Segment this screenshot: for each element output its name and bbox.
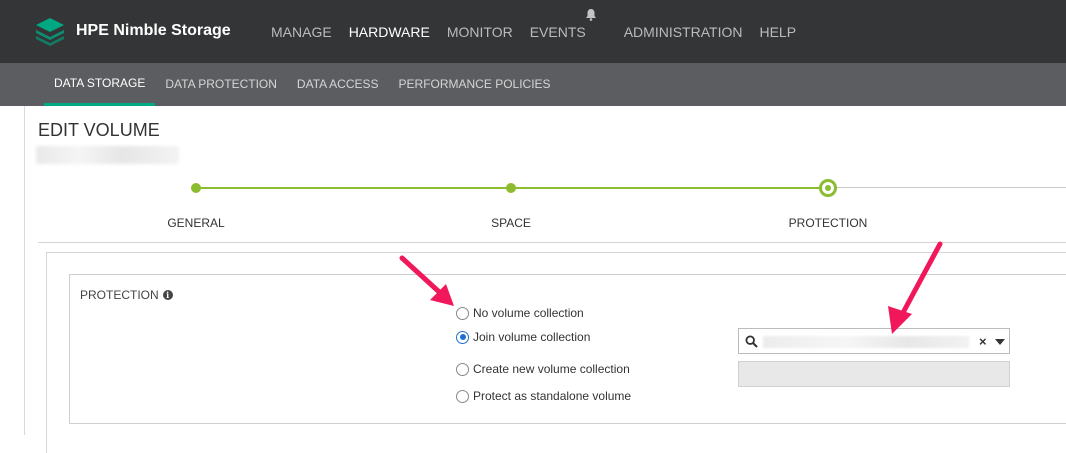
radio-no-volume-collection[interactable]: No volume collection xyxy=(456,306,584,320)
clear-icon[interactable]: × xyxy=(979,334,987,349)
chevron-down-icon[interactable] xyxy=(995,339,1005,345)
info-icon[interactable]: i xyxy=(162,290,173,300)
sub-header: DATA STORAGE DATA PROTECTION DATA ACCESS… xyxy=(0,63,1066,106)
radio-button[interactable] xyxy=(456,389,469,403)
radio-join-volume-collection[interactable]: Join volume collection xyxy=(456,330,590,344)
top-nav: MANAGE HARDWARE MONITOR EVENTS ADMINISTR… xyxy=(271,0,813,63)
brand-name: HPE Nimble Storage xyxy=(76,22,231,39)
nav-hardware[interactable]: HARDWARE xyxy=(349,24,430,40)
top-header: HPE Nimble Storage MANAGE HARDWARE MONIT… xyxy=(0,0,1066,63)
radio-button-selected[interactable] xyxy=(456,330,469,344)
nav-manage[interactable]: MANAGE xyxy=(271,24,332,40)
sub-nav: DATA STORAGE DATA PROTECTION DATA ACCESS… xyxy=(44,63,561,106)
content-divider xyxy=(24,106,25,435)
tab-data-storage[interactable]: DATA STORAGE xyxy=(44,63,156,106)
hpe-logo-icon xyxy=(36,18,64,46)
radio-label[interactable]: Protect as standalone volume xyxy=(473,389,631,403)
protection-label-text: PROTECTION xyxy=(80,288,159,302)
step-protection-dot[interactable] xyxy=(819,179,837,197)
wizard-steps: GENERAL SPACE PROTECTION xyxy=(0,178,1066,238)
nav-administration[interactable]: ADMINISTRATION xyxy=(624,24,743,40)
step-protection-label[interactable]: PROTECTION xyxy=(789,216,868,230)
radio-button[interactable] xyxy=(456,362,469,376)
volume-name-redacted xyxy=(36,146,179,164)
step-space-label[interactable]: SPACE xyxy=(491,216,531,230)
tab-data-access[interactable]: DATA ACCESS xyxy=(287,63,389,106)
tab-data-protection[interactable]: DATA PROTECTION xyxy=(155,63,287,106)
step-general-dot[interactable] xyxy=(191,183,201,193)
step-space-dot[interactable] xyxy=(506,183,516,193)
page-title: EDIT VOLUME xyxy=(38,120,160,140)
brand[interactable]: HPE Nimble Storage xyxy=(34,14,231,48)
nav-events[interactable]: EVENTS xyxy=(530,24,586,40)
step-general-label[interactable]: GENERAL xyxy=(167,216,224,230)
radio-protect-standalone[interactable]: Protect as standalone volume xyxy=(456,389,631,403)
radio-label[interactable]: Join volume collection xyxy=(473,330,590,344)
search-icon xyxy=(745,335,758,348)
wizard-remaining-line xyxy=(828,187,1066,188)
radio-create-new-volume-collection[interactable]: Create new volume collection xyxy=(456,362,630,376)
volume-collection-select[interactable]: × xyxy=(738,328,1010,354)
protection-label: PROTECTION i xyxy=(80,288,173,302)
nav-help[interactable]: HELP xyxy=(759,24,796,40)
tab-performance-policies[interactable]: PERFORMANCE POLICIES xyxy=(389,63,561,106)
radio-label[interactable]: No volume collection xyxy=(473,306,584,320)
bell-icon[interactable] xyxy=(585,8,597,21)
collection-detail-field xyxy=(738,361,1010,387)
radio-label[interactable]: Create new volume collection xyxy=(473,362,630,376)
annotation-arrow-right xyxy=(888,241,943,334)
annotation-arrow-left xyxy=(399,255,454,306)
nav-monitor[interactable]: MONITOR xyxy=(447,24,513,40)
